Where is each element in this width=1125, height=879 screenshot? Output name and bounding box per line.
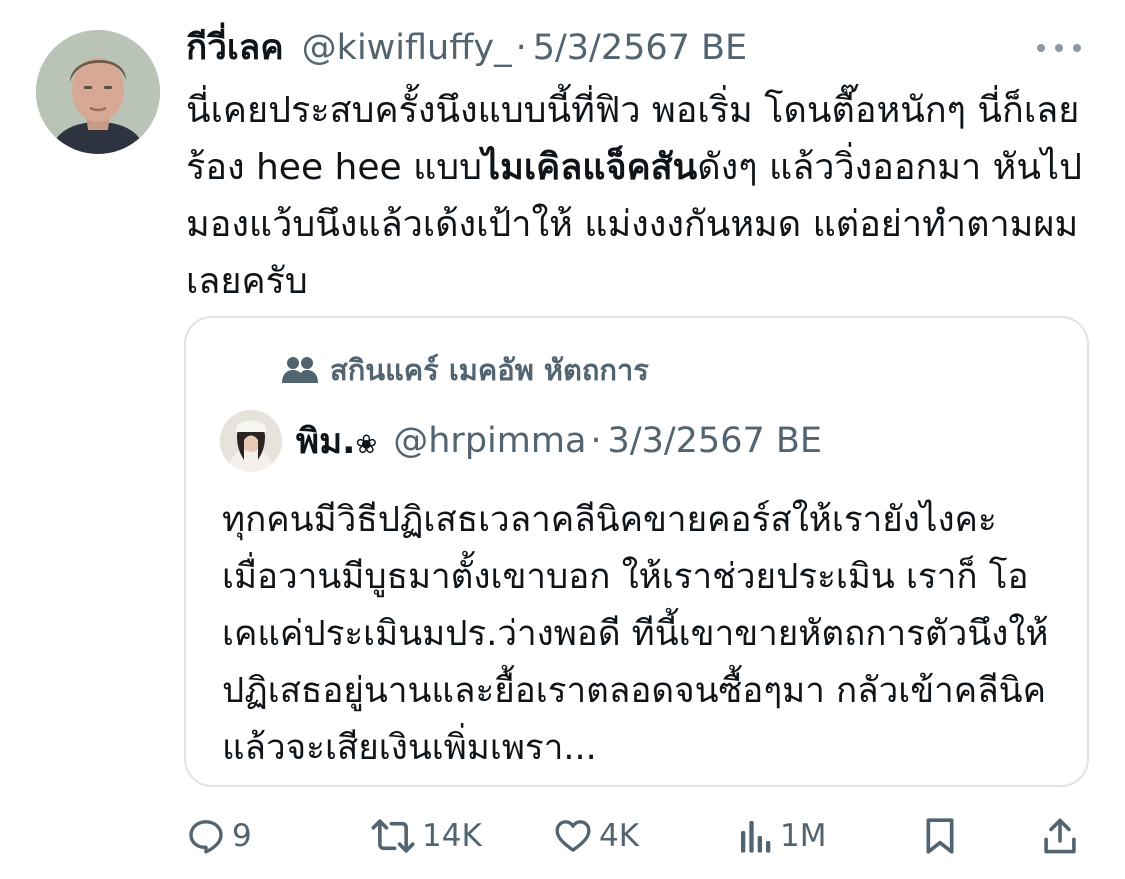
more-icon[interactable] <box>1037 34 1081 62</box>
tweet-date[interactable]: 5/3/2567 BE <box>533 28 747 68</box>
community-name: สกินแคร์ เมคอัพ หัตถการ <box>330 353 649 387</box>
retweet-count: 14K <box>422 818 482 854</box>
quoted-author-name-text: พิม. <box>296 421 356 462</box>
author-display-name[interactable]: กีวี่เลค <box>186 28 284 68</box>
quoted-tweet-text: ทุกคนมีวิธีปฏิเสธเวลาคลีนิคขายคอร์สให้เร… <box>222 500 1049 768</box>
views-icon <box>741 821 771 853</box>
flower-icon: ❀ <box>355 429 378 460</box>
action-bar: 9 14K 4K 1M <box>0 806 1125 866</box>
tweet: กีวี่เลค @kiwifluffy_ · 5/3/2567 BE นี่เ… <box>0 0 1125 879</box>
share-icon <box>1044 818 1076 854</box>
bookmark-button[interactable] <box>922 812 958 860</box>
quoted-tweet-header: พิม.❀ @hrpimma · 3/3/2567 BE <box>220 410 822 472</box>
community-icon <box>282 357 318 383</box>
bookmark-icon <box>926 818 954 854</box>
reply-button[interactable]: 9 <box>186 812 252 860</box>
community-label[interactable]: สกินแคร์ เมคอัพ หัตถการ <box>282 350 649 390</box>
author-handle[interactable]: @kiwifluffy_ <box>302 28 512 68</box>
share-button[interactable] <box>1042 812 1078 860</box>
tweet-text-bold: ไมเคิลแจ็คสัน <box>482 147 698 188</box>
header-separator: · <box>515 28 527 68</box>
quoted-tweet-card[interactable]: สกินแคร์ เมคอัพ หัตถการ พิม.❀ @hrpimma ·… <box>184 316 1089 787</box>
views-button[interactable]: 1M <box>738 812 826 860</box>
like-icon <box>555 820 591 852</box>
like-count: 4K <box>599 818 640 854</box>
like-button[interactable]: 4K <box>553 812 639 860</box>
views-count: 1M <box>780 818 827 854</box>
tweet-text: นี่เคยประสบครั้งนึงแบบนี้ที่ฟิว พอเริ่ม … <box>186 82 1091 310</box>
retweet-icon <box>371 819 415 853</box>
quoted-tweet-date[interactable]: 3/3/2567 BE <box>608 421 822 461</box>
reply-count: 9 <box>232 818 252 854</box>
quoted-author-avatar[interactable] <box>220 410 282 472</box>
reply-icon <box>189 820 223 854</box>
retweet-button[interactable]: 14K <box>370 812 482 860</box>
quoted-author-name[interactable]: พิม.❀ <box>296 414 377 469</box>
tweet-header: กีวี่เลค @kiwifluffy_ · 5/3/2567 BE <box>186 28 747 68</box>
author-avatar[interactable] <box>36 30 160 154</box>
quoted-header-separator: · <box>590 421 602 461</box>
quoted-author-handle[interactable]: @hrpimma <box>393 421 586 461</box>
